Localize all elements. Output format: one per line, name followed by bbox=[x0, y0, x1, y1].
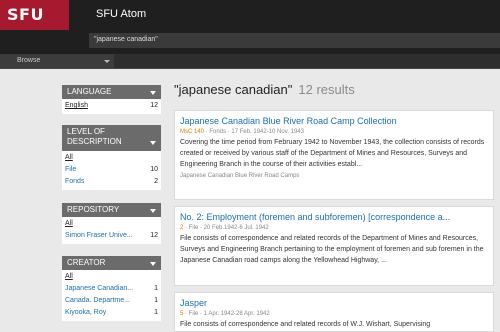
facet-item-label: Japanese Canadian... bbox=[65, 285, 134, 292]
facet-item-label: All bbox=[65, 154, 73, 161]
result-parent: Japanese Canadian Blue River Road Camps bbox=[180, 173, 300, 179]
facet-item-count: 2 bbox=[154, 178, 158, 185]
facet-creator-title: CREATOR bbox=[67, 258, 106, 267]
facet-item-all[interactable]: All bbox=[65, 271, 158, 283]
chevron-down-icon bbox=[150, 141, 156, 145]
result-title-link[interactable]: Japanese Canadian Blue River Road Camp C… bbox=[180, 115, 488, 127]
facet-level-title: LEVEL OF DESCRIPTION bbox=[67, 127, 122, 146]
search-input-value: "japanese canadian" bbox=[94, 36, 158, 43]
result-meta: 2 · File · 20 Feb.1942-6 Jul. 1942 bbox=[180, 223, 488, 233]
facet-item-all[interactable]: All bbox=[65, 152, 158, 164]
facet-item-count: 1 bbox=[154, 285, 158, 292]
facet-language-header[interactable]: LANGUAGE bbox=[62, 85, 161, 99]
sfu-logo[interactable]: SFU bbox=[0, 0, 69, 30]
result-item: No. 2: Employment (foremen and subforeme… bbox=[174, 206, 494, 286]
top-header bbox=[0, 0, 500, 30]
facet-level-of-description: LEVEL OF DESCRIPTION All File 10 Fonds 2 bbox=[62, 125, 161, 190]
chevron-down-icon bbox=[150, 209, 156, 213]
result-description: File consists of correspondence and rela… bbox=[180, 235, 484, 264]
facet-item-count: 1 bbox=[154, 309, 158, 316]
facet-item-file[interactable]: File 10 bbox=[65, 164, 158, 176]
facet-item-label: All bbox=[65, 220, 73, 227]
facet-item-fonds[interactable]: Fonds 2 bbox=[65, 176, 158, 188]
facet-repository-header[interactable]: REPOSITORY bbox=[62, 203, 161, 217]
logo-text: SFU bbox=[7, 5, 44, 24]
site-title[interactable]: SFU Atom bbox=[96, 8, 146, 20]
facet-creator: CREATOR All Japanese Canadian... 1 Canad… bbox=[62, 256, 161, 321]
result-description: File consists of correspondence and rela… bbox=[180, 321, 431, 328]
chevron-down-icon bbox=[150, 262, 156, 266]
result-meta: 5 · File · 1 Apr. 1942-28 Apr. 1942 bbox=[180, 309, 488, 319]
facet-item-label: File bbox=[65, 166, 77, 173]
facet-item-count: 1 bbox=[154, 297, 158, 304]
result-description: Covering the time period from February 1… bbox=[180, 139, 485, 168]
facet-item-label: Fonds bbox=[65, 178, 85, 185]
result-item: Jasper 5 · File · 1 Apr. 1942-28 Apr. 19… bbox=[174, 292, 494, 332]
facet-item-japanese-canadian[interactable]: Japanese Canadian... 1 bbox=[65, 283, 158, 295]
facet-item-count: 10 bbox=[150, 166, 158, 173]
facet-level-header[interactable]: LEVEL OF DESCRIPTION bbox=[62, 125, 161, 151]
facet-item-label: Kiyooka, Roy bbox=[65, 309, 107, 316]
facet-item-label: Canada. Departme... bbox=[65, 297, 130, 304]
facet-item-label: All bbox=[65, 273, 73, 280]
browse-label: Browse bbox=[17, 57, 41, 64]
result-meta: MsC 140 · Fonds · 17 Feb. 1942-10 Nov. 1… bbox=[180, 127, 488, 137]
result-level-date: · File · 20 Feb.1942-6 Jul. 1942 bbox=[183, 225, 269, 231]
facet-item-count: 12 bbox=[150, 232, 158, 239]
facet-item-canada-department[interactable]: Canada. Departme... 1 bbox=[65, 295, 158, 307]
facet-language-title: LANGUAGE bbox=[67, 87, 112, 96]
result-title-link[interactable]: No. 2: Employment (foremen and subforeme… bbox=[180, 211, 488, 223]
results-query: "japanese canadian" bbox=[174, 82, 293, 97]
facet-item-label: English bbox=[65, 102, 88, 109]
result-reference-code: MsC 140 bbox=[180, 129, 205, 135]
result-level-date: · Fonds · 17 Feb. 1942-10 Nov. 1943 bbox=[204, 129, 304, 135]
facet-language: LANGUAGE English 12 bbox=[62, 85, 161, 114]
chevron-down-icon bbox=[104, 60, 110, 63]
results-count: 12 results bbox=[298, 82, 355, 97]
results-heading: "japanese canadian" 12 results bbox=[174, 82, 355, 97]
result-title-link[interactable]: Jasper bbox=[180, 297, 488, 309]
facet-repository-title: REPOSITORY bbox=[67, 205, 120, 214]
facet-item-count: 12 bbox=[150, 102, 158, 109]
result-item: Japanese Canadian Blue River Road Camp C… bbox=[174, 110, 494, 200]
facet-item-label: Simon Fraser Unive... bbox=[65, 232, 133, 239]
facet-item-all[interactable]: All bbox=[65, 218, 158, 230]
facet-item-sfu[interactable]: Simon Fraser Unive... 12 bbox=[65, 230, 158, 242]
facet-creator-header[interactable]: CREATOR bbox=[62, 256, 161, 270]
chevron-down-icon bbox=[150, 91, 156, 95]
facet-repository: REPOSITORY All Simon Fraser Unive... 12 bbox=[62, 203, 161, 244]
facet-item-kiyooka-roy[interactable]: Kiyooka, Roy 1 bbox=[65, 307, 158, 319]
facet-item-english[interactable]: English 12 bbox=[65, 100, 158, 112]
result-level-date: · File · 1 Apr. 1942-28 Apr. 1942 bbox=[183, 311, 270, 317]
